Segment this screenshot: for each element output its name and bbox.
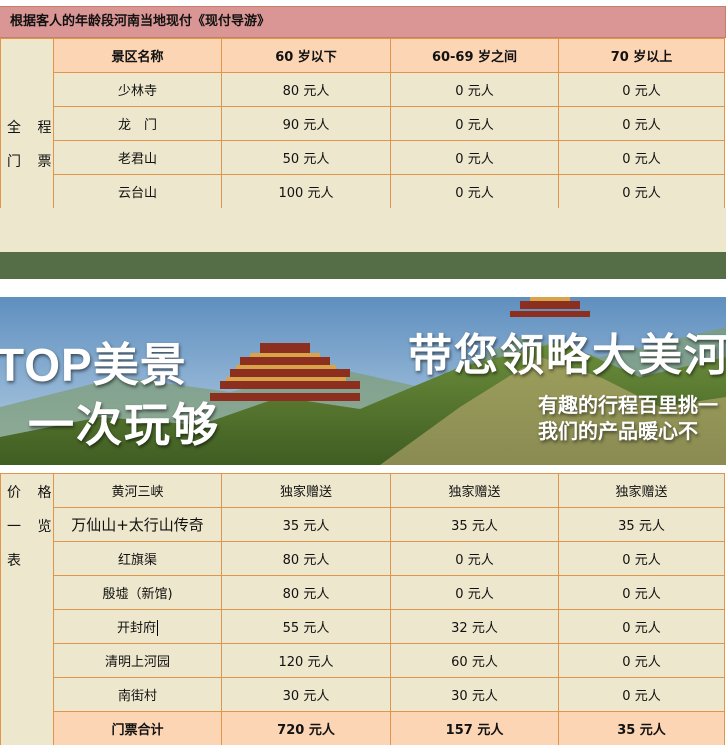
cell-scenic[interactable]: 云台山	[53, 174, 222, 209]
cell-price[interactable]: 0 元人	[558, 609, 725, 644]
table-row: 老君山 50 元人 0 元人 0 元人	[1, 140, 725, 175]
cell-price[interactable]: 0 元人	[390, 140, 559, 175]
col-header-60-69: 60-69 岁之间	[390, 38, 559, 73]
cell-price[interactable]: 独家赠送	[390, 473, 559, 508]
side-label-line: 全 程	[7, 120, 54, 136]
banner-subtext: 有趣的行程百里挑一	[538, 395, 718, 417]
side-label-line: 门 票	[7, 154, 54, 170]
table-row: 殷墟（新馆) 80 元人 0 元人 0 元人	[1, 575, 725, 610]
side-label: 全 程 门 票	[0, 38, 54, 209]
cell-price[interactable]: 80 元人	[221, 575, 391, 610]
table-total-row: 门票合计 720 元人 157 元人 35 元人	[1, 711, 725, 745]
table-header-row: 全 程 门 票 景区名称 60 岁以下 60-69 岁之间 70 岁以上	[0, 38, 725, 209]
cell-price[interactable]: 独家赠送	[221, 473, 391, 508]
cell-price[interactable]: 30 元人	[390, 677, 559, 712]
cell-scenic[interactable]: 黄河三峡	[53, 473, 222, 508]
col-header-scenic: 景区名称	[53, 38, 222, 73]
cell-price[interactable]: 0 元人	[558, 677, 725, 712]
col-header-under60: 60 岁以下	[221, 38, 391, 73]
table-row: 南街村 30 元人 30 元人 0 元人	[1, 677, 725, 712]
cell-price[interactable]: 35 元人	[558, 507, 725, 542]
table-row: 清明上河园 120 元人 60 元人 0 元人	[1, 643, 725, 678]
side-label-line: 价 格	[7, 485, 54, 501]
table-row: 价 格 一 览 表 黄河三峡 独家赠送 独家赠送 独家赠送	[0, 473, 725, 745]
cell-price[interactable]: 独家赠送	[558, 473, 725, 508]
side-label-line: 表	[7, 553, 27, 569]
table-row: 云台山 100 元人 0 元人 0 元人	[1, 174, 725, 209]
cell-price[interactable]: 0 元人	[558, 72, 725, 107]
cell-price[interactable]: 32 元人	[390, 609, 559, 644]
cell-price[interactable]: 35 元人	[221, 507, 391, 542]
total-label[interactable]: 门票合计	[53, 711, 222, 745]
text-cursor	[157, 620, 158, 637]
cell-price[interactable]: 50 元人	[221, 140, 391, 175]
cell-price[interactable]: 30 元人	[221, 677, 391, 712]
cell-price[interactable]: 0 元人	[390, 575, 559, 610]
col-header-over70: 70 岁以上	[558, 38, 725, 73]
cell-scenic[interactable]: 清明上河园	[53, 643, 222, 678]
table-row: 少林寺 80 元人 0 元人 0 元人	[1, 72, 725, 107]
cell-scenic[interactable]: 少林寺	[53, 72, 222, 107]
cell-price[interactable]: 0 元人	[558, 106, 725, 141]
cell-price[interactable]: 100 元人	[221, 174, 391, 209]
table-row: 开封府 55 元人 32 元人 0 元人	[1, 609, 725, 644]
side-label: 价 格 一 览 表	[0, 473, 54, 745]
cell-price[interactable]: 0 元人	[558, 643, 725, 678]
table-row: 红旗渠 80 元人 0 元人 0 元人	[1, 541, 725, 576]
cell-price[interactable]: 120 元人	[221, 643, 391, 678]
cell-scenic[interactable]: 老君山	[53, 140, 222, 175]
cell-scenic[interactable]: 龙 门	[53, 106, 222, 141]
cell-price[interactable]: 55 元人	[221, 609, 391, 644]
total-under60[interactable]: 720 元人	[221, 711, 391, 745]
cell-scenic[interactable]: 殷墟（新馆)	[53, 575, 222, 610]
spacer	[0, 279, 726, 297]
cell-price[interactable]: 60 元人	[390, 643, 559, 678]
cell-price[interactable]: 0 元人	[558, 174, 725, 209]
table-row: 龙 门 90 元人 0 元人 0 元人	[1, 106, 725, 141]
empty-row-area	[0, 208, 726, 252]
cell-price[interactable]: 35 元人	[390, 507, 559, 542]
cell-price[interactable]: 80 元人	[221, 72, 391, 107]
cell-scenic[interactable]: 红旗渠	[53, 541, 222, 576]
green-divider-band	[0, 252, 726, 279]
side-label-line: 一 览	[7, 519, 54, 535]
cell-scenic-editing[interactable]: 开封府	[53, 609, 222, 644]
total-60-69[interactable]: 157 元人	[390, 711, 559, 745]
promo-banner-image: TOP美景 一次玩够 带您领略大美河南 有趣的行程百里挑一 我们的产品暖心不	[0, 297, 726, 465]
banner-text-once: 一次玩够	[28, 399, 220, 451]
price-list-table: 价 格 一 览 表 黄河三峡 独家赠送 独家赠送 独家赠送 万仙山+太行山传奇 …	[0, 473, 725, 745]
cell-price[interactable]: 0 元人	[390, 541, 559, 576]
cell-scenic[interactable]: 万仙山+太行山传奇	[53, 507, 222, 542]
cell-price[interactable]: 90 元人	[221, 106, 391, 141]
cell-text: 开封府	[116, 620, 156, 636]
total-over70[interactable]: 35 元人	[558, 711, 725, 745]
cell-price[interactable]: 0 元人	[558, 541, 725, 576]
banner-text-top: TOP美景	[0, 339, 187, 391]
banner-subtext: 我们的产品暖心不	[538, 421, 698, 443]
cell-price[interactable]: 0 元人	[390, 106, 559, 141]
cell-price[interactable]: 0 元人	[558, 140, 725, 175]
cell-price[interactable]: 80 元人	[221, 541, 391, 576]
section-title: 根据客人的年龄段河南当地现付《现付导游》	[0, 6, 726, 38]
banner-headline: 带您领略大美河南	[408, 331, 726, 380]
cell-price[interactable]: 0 元人	[558, 575, 725, 610]
cell-price[interactable]: 0 元人	[390, 72, 559, 107]
table-row: 万仙山+太行山传奇 35 元人 35 元人 35 元人	[1, 507, 725, 542]
cell-scenic[interactable]: 南街村	[53, 677, 222, 712]
cell-price[interactable]: 0 元人	[390, 174, 559, 209]
ticket-price-table: 全 程 门 票 景区名称 60 岁以下 60-69 岁之间 70 岁以上 少林寺…	[0, 38, 725, 209]
